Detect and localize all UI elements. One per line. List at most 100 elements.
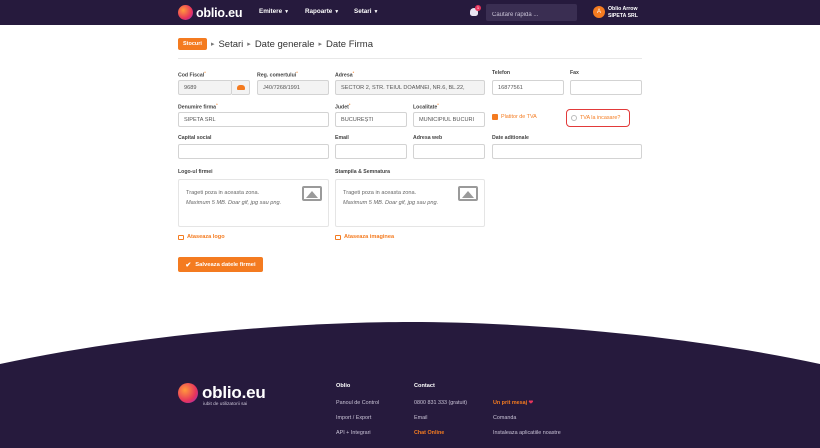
footer-link-chat[interactable]: Chat Online bbox=[414, 430, 444, 436]
divider bbox=[178, 58, 642, 59]
footer-background bbox=[0, 322, 820, 448]
denumire-input[interactable]: SIPETA SRL bbox=[178, 112, 329, 127]
judet-select[interactable]: BUCUREȘTI bbox=[335, 112, 407, 127]
tva-incasare-label: TVA la incasare? bbox=[580, 115, 621, 121]
breadcrumb-date-firma: Date Firma bbox=[326, 38, 373, 50]
adresa-input[interactable]: SECTOR 2, STR. TEIUL DOAMNEI, NR.6, BL.2… bbox=[335, 80, 485, 95]
reg-comertului-label: Reg. comertului* bbox=[257, 70, 298, 79]
attach-stampila-label: Ataseaza imaginea bbox=[344, 234, 395, 240]
web-input[interactable] bbox=[413, 144, 485, 159]
nav-rapoarte-label: Rapoarte bbox=[305, 8, 333, 15]
footer-link-import[interactable]: Import / Export bbox=[336, 415, 371, 421]
footer-logo[interactable]: oblio.eu bbox=[178, 383, 266, 403]
localitate-select[interactable]: MUNICIPIUL BUCURI bbox=[413, 112, 485, 127]
reg-comertului-input[interactable]: J40/7268/1991 bbox=[257, 80, 329, 95]
chevron-down-icon: ▼ bbox=[334, 9, 340, 15]
attach-stampila-link[interactable]: Ataseaza imaginea bbox=[335, 234, 394, 240]
adresa-label-text: Adresa bbox=[335, 72, 353, 79]
judet-label: Judet* bbox=[335, 102, 351, 111]
user-menu[interactable]: Oblio Arrow SIPETA SRL bbox=[608, 6, 638, 19]
stampila-label: Stampila & Semnatura bbox=[335, 169, 391, 175]
telefon-input[interactable]: 16877561 bbox=[492, 80, 564, 95]
nav-setari-label: Setari bbox=[354, 8, 372, 15]
folder-icon bbox=[178, 234, 184, 240]
stampila-drop-line2: Maximum 5 MB. Doar gif, jpg sau png. bbox=[343, 200, 439, 206]
platitor-tva-checkbox[interactable]: Platitor de TVA bbox=[492, 114, 537, 120]
user-company: SIPETA SRL bbox=[608, 12, 638, 19]
fax-label: Fax bbox=[570, 70, 579, 76]
logo-text: oblio.eu bbox=[196, 5, 243, 20]
save-button-label: Salveaza datele firmei bbox=[195, 261, 256, 268]
notification-badge: 1 bbox=[475, 5, 481, 11]
breadcrumb: Stocuri ▸ Setari ▸ Date generale ▸ Date … bbox=[178, 38, 373, 50]
cod-fiscal-label: Cod Fiscal* bbox=[178, 70, 206, 79]
footer-tagline: iubit de utilizatorii sai bbox=[203, 402, 248, 407]
breadcrumb-setari[interactable]: Setari bbox=[218, 39, 243, 50]
telefon-label: Telefon bbox=[492, 70, 511, 76]
avatar[interactable]: A bbox=[593, 6, 605, 18]
nav-emitere-label: Emitere bbox=[259, 8, 283, 15]
logo-dropzone[interactable]: Trageti poza in aceasta zona. Maximum 5 … bbox=[178, 179, 329, 227]
email-label: Email bbox=[335, 135, 349, 141]
chevron-right-icon: ▸ bbox=[210, 41, 215, 48]
stampila-dropzone-text: Trageti poza in aceasta zona. Maximum 5 … bbox=[343, 188, 438, 208]
stocuri-badge[interactable]: Stocuri bbox=[178, 38, 207, 50]
localitate-label-text: Localitate bbox=[413, 104, 438, 111]
capital-input[interactable] bbox=[178, 144, 329, 159]
localitate-label: Localitate* bbox=[413, 102, 439, 111]
top-navbar: oblio.eu Emitere▼ Rapoarte▼ Setari▼ 1 A … bbox=[0, 0, 820, 25]
user-name: Oblio Arrow bbox=[608, 6, 638, 12]
checkbox-unchecked-icon bbox=[571, 115, 577, 121]
oblio-logo-icon bbox=[178, 5, 193, 20]
attach-logo-label: Ataseaza logo bbox=[187, 234, 225, 240]
footer-link-mesaj[interactable]: Un prit mesaj ❤ bbox=[493, 400, 533, 406]
footer-col-contact-title: Contact bbox=[414, 383, 435, 389]
logo-drop-line2: Maximum 5 MB. Doar gif, jpg sau png. bbox=[186, 200, 282, 206]
logo-dropzone-text: Trageti poza in aceasta zona. Maximum 5 … bbox=[186, 188, 281, 208]
cloud-icon bbox=[237, 85, 245, 90]
email-field[interactable] bbox=[335, 144, 407, 159]
chevron-right-icon: ▸ bbox=[247, 41, 251, 48]
logo-label: Logo-ul firmei bbox=[178, 169, 213, 175]
judet-label-text: Judet bbox=[335, 104, 349, 111]
footer-col-oblio-title: Oblio bbox=[336, 383, 351, 389]
platitor-tva-label: Platitor de TVA bbox=[501, 114, 537, 120]
notifications-button[interactable]: 1 bbox=[470, 5, 481, 17]
tva-incasare-checkbox[interactable]: TVA la incasare? bbox=[566, 109, 630, 127]
footer-link-apps[interactable]: Instaleaza aplicatiile noastre bbox=[493, 430, 561, 436]
denumire-label: Denumire firma* bbox=[178, 102, 218, 111]
chevron-down-icon: ▼ bbox=[284, 9, 290, 15]
heart-icon: ❤ bbox=[528, 400, 534, 406]
quick-search-input[interactable] bbox=[486, 4, 577, 21]
image-icon bbox=[302, 186, 322, 201]
nav-emitere[interactable]: Emitere ▼ bbox=[259, 8, 289, 15]
save-button[interactable]: ✔ Salveaza datele firmei bbox=[178, 257, 263, 272]
denumire-label-text: Denumire firma bbox=[178, 104, 217, 111]
oblio-logo[interactable]: oblio.eu bbox=[178, 5, 243, 20]
folder-icon bbox=[335, 234, 341, 240]
stampila-dropzone[interactable]: Trageti poza in aceasta zona. Maximum 5 … bbox=[335, 179, 485, 227]
breadcrumb-date-generale[interactable]: Date generale bbox=[255, 39, 315, 50]
footer-link-panou[interactable]: Panoul de Control bbox=[336, 400, 379, 406]
logo-drop-line1: Trageti poza in aceasta zona. bbox=[186, 190, 260, 196]
nav-rapoarte[interactable]: Rapoarte ▼ bbox=[305, 8, 339, 15]
nav-setari[interactable]: Setari ▼ bbox=[354, 8, 378, 15]
date-aditionale-label: Date aditionale bbox=[492, 135, 529, 141]
check-icon: ✔ bbox=[185, 261, 192, 269]
footer-link-comanda[interactable]: Comanda bbox=[493, 415, 516, 421]
attach-logo-link[interactable]: Ataseaza logo bbox=[178, 234, 225, 240]
footer-link-email[interactable]: Email bbox=[414, 415, 427, 421]
fax-input[interactable] bbox=[570, 80, 642, 95]
oblio-logo-icon bbox=[178, 383, 198, 403]
adresa-label: Adresa* bbox=[335, 70, 355, 79]
footer-link-phone[interactable]: 0800 831 333 (gratuit) bbox=[414, 400, 467, 406]
stampila-drop-line1: Trageti poza in aceasta zona. bbox=[343, 190, 417, 196]
cod-fiscal-input[interactable]: 9689 bbox=[178, 80, 232, 95]
capital-label: Capital social bbox=[178, 135, 212, 141]
image-icon bbox=[458, 186, 478, 201]
cloud-fetch-button[interactable] bbox=[232, 80, 250, 95]
chevron-right-icon: ▸ bbox=[318, 41, 323, 48]
cod-fiscal-label-text: Cod Fiscal bbox=[178, 72, 205, 79]
footer-link-api[interactable]: API + Integrari bbox=[336, 430, 371, 436]
date-aditionale-input[interactable] bbox=[492, 144, 642, 159]
